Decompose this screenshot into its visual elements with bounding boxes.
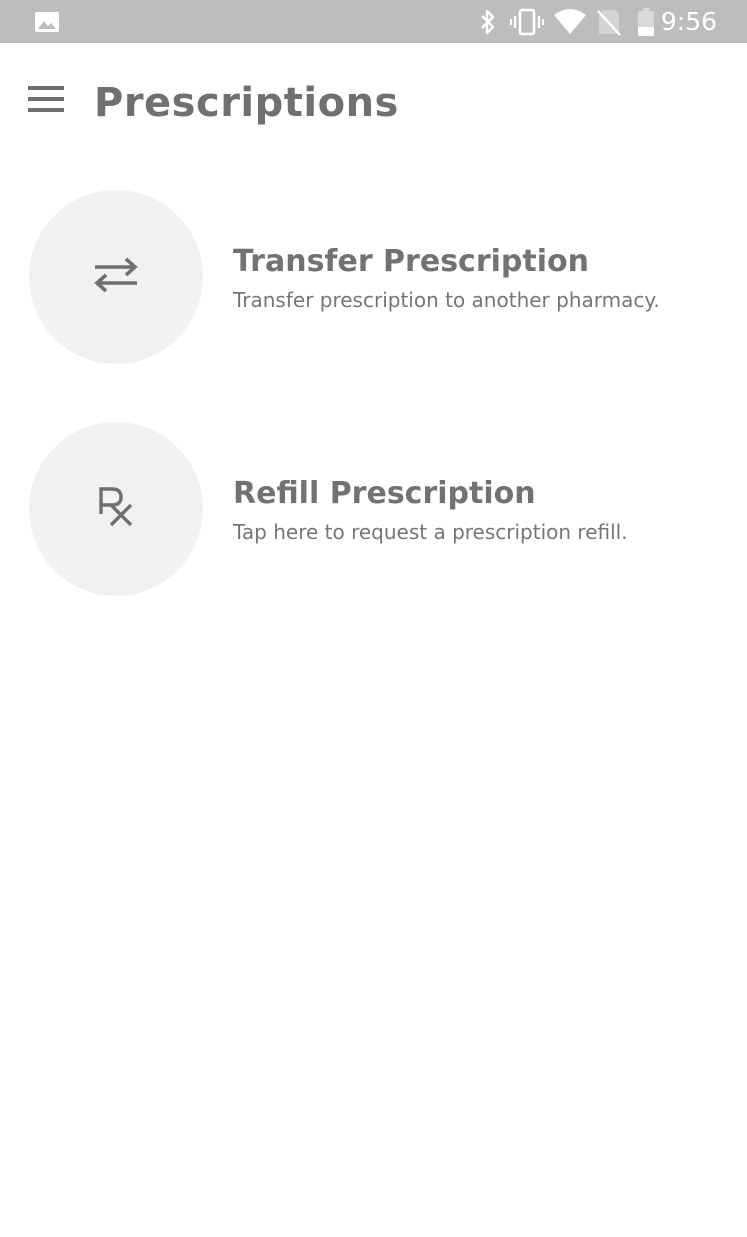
swap-arrows-icon [92, 257, 140, 297]
wifi-icon [552, 0, 588, 43]
transfer-subtitle: Transfer prescription to another pharmac… [233, 288, 660, 312]
refill-prescription-item[interactable]: Refill Prescription Tap here to request … [0, 420, 747, 600]
image-icon [34, 0, 60, 43]
refill-title: Refill Prescription [233, 476, 536, 511]
transfer-title: Transfer Prescription [233, 244, 589, 279]
menu-button[interactable] [20, 75, 72, 127]
rx-icon [96, 486, 136, 532]
page-title: Prescriptions [94, 80, 399, 126]
menu-icon [28, 83, 64, 119]
status-time: 9:56 [660, 7, 717, 36]
vibrate-icon [510, 0, 544, 43]
transfer-prescription-item[interactable]: Transfer Prescription Transfer prescript… [0, 188, 747, 368]
battery-icon [636, 0, 656, 43]
app-bar: Prescriptions [0, 43, 747, 163]
bluetooth-icon [477, 0, 499, 43]
refill-subtitle: Tap here to request a prescription refil… [233, 520, 628, 544]
refill-icon-circle [29, 422, 203, 596]
status-bar: 9:56 [0, 0, 747, 43]
transfer-icon-circle [29, 190, 203, 364]
no-sim-icon [596, 0, 622, 43]
